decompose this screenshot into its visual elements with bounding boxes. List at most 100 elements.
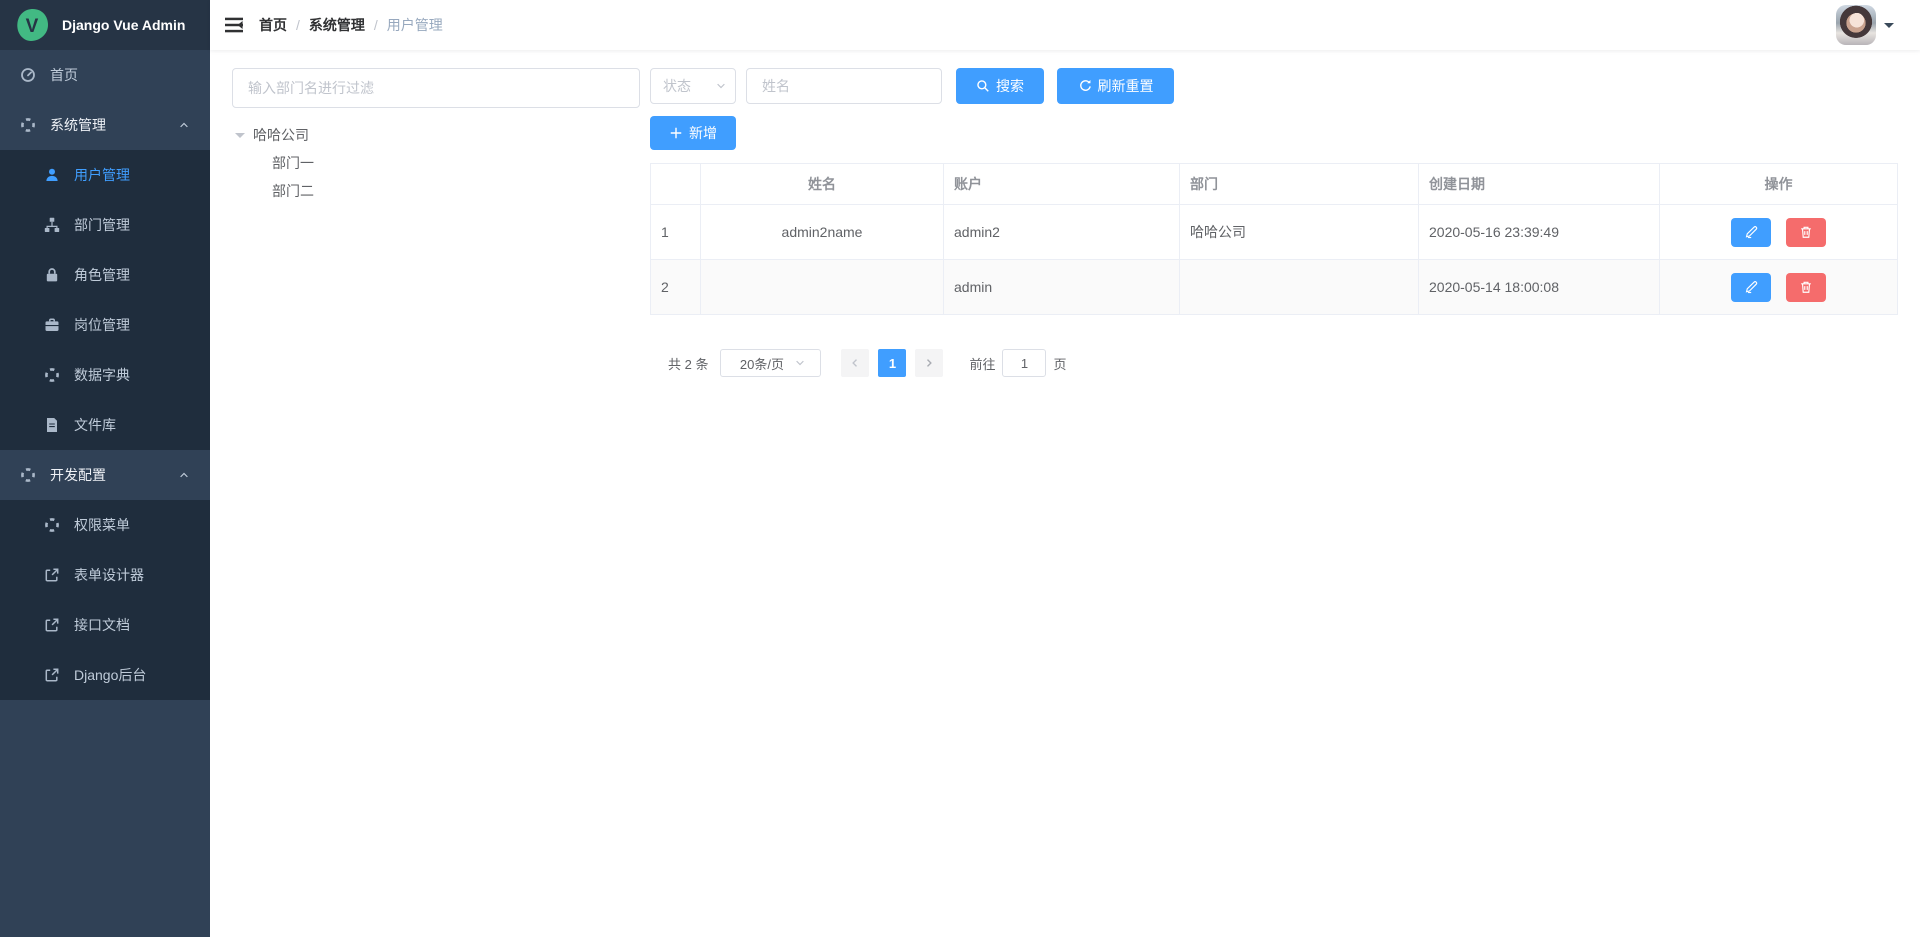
sidebar-item-dictionary[interactable]: 数据字典 bbox=[0, 350, 210, 400]
sidebar: V Django Vue Admin 首页 系统管理 用户管理 bbox=[0, 0, 210, 937]
add-button[interactable]: 新增 bbox=[650, 116, 736, 150]
department-tree: 哈哈公司 部门一 部门二 bbox=[232, 121, 640, 205]
external-link-icon bbox=[44, 567, 60, 583]
chevron-right-icon bbox=[923, 357, 935, 369]
trash-icon bbox=[1799, 225, 1813, 239]
logo[interactable]: V Django Vue Admin bbox=[0, 0, 210, 50]
sidebar-item-django-admin[interactable]: Django后台 bbox=[0, 650, 210, 700]
svg-text:V: V bbox=[26, 16, 39, 37]
sidebar-item-label: 表单设计器 bbox=[74, 565, 144, 585]
tree-icon bbox=[44, 217, 60, 233]
page-size-select[interactable]: 20条/页 bbox=[720, 349, 821, 377]
cell-name: admin2name bbox=[701, 205, 944, 260]
tree-node-label: 部门一 bbox=[272, 153, 314, 173]
main-area: 首页 / 系统管理 / 用户管理 哈哈公司 bbox=[210, 0, 1920, 937]
tree-node-dept2[interactable]: 部门二 bbox=[232, 177, 640, 205]
plus-icon bbox=[669, 126, 683, 140]
sidebar-item-form-designer[interactable]: 表单设计器 bbox=[0, 550, 210, 600]
avatar[interactable] bbox=[1836, 5, 1876, 45]
sidebar-item-home[interactable]: 首页 bbox=[0, 50, 210, 100]
breadcrumb-separator: / bbox=[296, 17, 300, 33]
sidebar-item-devconfig[interactable]: 开发配置 bbox=[0, 450, 210, 500]
external-link-icon bbox=[44, 667, 60, 683]
name-search-input[interactable] bbox=[746, 68, 942, 104]
collapse-sidebar-button[interactable] bbox=[210, 0, 258, 50]
filter-row: 状态 搜索 刷新重置 bbox=[650, 68, 1898, 104]
page-size-value: 20条/页 bbox=[740, 354, 784, 373]
sidebar-item-label: 角色管理 bbox=[74, 265, 130, 285]
col-header-name: 姓名 bbox=[701, 164, 944, 205]
search-button[interactable]: 搜索 bbox=[956, 68, 1044, 104]
goto-page-input[interactable] bbox=[1002, 349, 1046, 377]
sidebar-item-permission-menu[interactable]: 权限菜单 bbox=[0, 500, 210, 550]
top-navbar: 首页 / 系统管理 / 用户管理 bbox=[210, 0, 1920, 50]
lock-icon bbox=[44, 267, 60, 283]
tree-node-label: 哈哈公司 bbox=[253, 125, 309, 145]
col-header-index bbox=[651, 164, 701, 205]
cell-account: admin2 bbox=[944, 205, 1180, 260]
sidebar-item-label: 首页 bbox=[50, 65, 78, 85]
page-content: 哈哈公司 部门一 部门二 状态 bbox=[210, 50, 1920, 937]
external-link-icon bbox=[44, 617, 60, 633]
col-header-dept: 部门 bbox=[1180, 164, 1419, 205]
dashboard-icon bbox=[20, 67, 36, 83]
component-icon bbox=[44, 517, 60, 533]
tree-node-label: 部门二 bbox=[272, 181, 314, 201]
search-icon bbox=[976, 79, 990, 93]
col-header-actions: 操作 bbox=[1660, 164, 1898, 205]
dept-filter-input[interactable] bbox=[232, 68, 640, 108]
sidebar-item-system[interactable]: 系统管理 bbox=[0, 100, 210, 150]
breadcrumb-home[interactable]: 首页 bbox=[259, 15, 287, 35]
delete-button[interactable] bbox=[1786, 218, 1826, 247]
status-select[interactable]: 状态 bbox=[650, 68, 736, 104]
delete-button[interactable] bbox=[1786, 273, 1826, 302]
sidebar-item-label: 开发配置 bbox=[50, 465, 106, 485]
tree-expand-caret-icon[interactable] bbox=[235, 133, 245, 143]
user-table-panel: 状态 搜索 刷新重置 新增 bbox=[650, 68, 1898, 937]
cell-actions bbox=[1660, 205, 1898, 260]
add-button-label: 新增 bbox=[689, 123, 717, 143]
sidebar-menu: 首页 系统管理 用户管理 部门管理 bbox=[0, 50, 210, 700]
briefcase-icon bbox=[44, 317, 60, 333]
sidebar-item-departments[interactable]: 部门管理 bbox=[0, 200, 210, 250]
app-root: V Django Vue Admin 首页 系统管理 用户管理 bbox=[0, 0, 1920, 937]
system-submenu: 用户管理 部门管理 角色管理 岗位管理 数据字典 bbox=[0, 150, 210, 450]
refresh-icon bbox=[1078, 79, 1092, 93]
sidebar-item-label: 文件库 bbox=[74, 415, 116, 435]
sidebar-item-roles[interactable]: 角色管理 bbox=[0, 250, 210, 300]
sidebar-item-label: 部门管理 bbox=[74, 215, 130, 235]
cell-dept: 哈哈公司 bbox=[1180, 205, 1419, 260]
sidebar-item-api-docs[interactable]: 接口文档 bbox=[0, 600, 210, 650]
table-row: 1 admin2name admin2 哈哈公司 2020-05-16 23:3… bbox=[651, 205, 1898, 260]
status-select-placeholder: 状态 bbox=[663, 76, 691, 96]
file-icon bbox=[44, 417, 60, 433]
next-page-button[interactable] bbox=[915, 349, 943, 377]
edit-button[interactable] bbox=[1731, 273, 1771, 302]
sidebar-item-label: 接口文档 bbox=[74, 615, 130, 635]
refresh-reset-button[interactable]: 刷新重置 bbox=[1057, 68, 1174, 104]
trash-icon bbox=[1799, 280, 1813, 294]
edit-button[interactable] bbox=[1731, 218, 1771, 247]
page-number-button[interactable]: 1 bbox=[878, 349, 906, 377]
tree-node-company[interactable]: 哈哈公司 bbox=[232, 121, 640, 149]
sidebar-item-posts[interactable]: 岗位管理 bbox=[0, 300, 210, 350]
goto-suffix: 页 bbox=[1053, 354, 1066, 373]
chevron-down-icon bbox=[715, 80, 727, 92]
breadcrumb: 首页 / 系统管理 / 用户管理 bbox=[259, 15, 443, 35]
prev-page-button[interactable] bbox=[841, 349, 869, 377]
cell-created: 2020-05-14 18:00:08 bbox=[1419, 260, 1660, 315]
devconfig-submenu: 权限菜单 表单设计器 接口文档 Django后台 bbox=[0, 500, 210, 700]
chevron-up-icon bbox=[178, 119, 190, 131]
sidebar-item-label: Django后台 bbox=[74, 665, 146, 685]
logo-title: Django Vue Admin bbox=[62, 17, 185, 33]
cell-index: 1 bbox=[651, 205, 701, 260]
sidebar-item-users[interactable]: 用户管理 bbox=[0, 150, 210, 200]
pagination: 共 2 条 20条/页 1 前往 页 bbox=[650, 349, 1898, 377]
sidebar-item-label: 岗位管理 bbox=[74, 315, 130, 335]
breadcrumb-system[interactable]: 系统管理 bbox=[309, 15, 365, 35]
breadcrumb-current: 用户管理 bbox=[387, 15, 443, 35]
tree-node-dept1[interactable]: 部门一 bbox=[232, 149, 640, 177]
table-header-row: 姓名 账户 部门 创建日期 操作 bbox=[651, 164, 1898, 205]
user-menu[interactable] bbox=[1836, 5, 1894, 45]
sidebar-item-files[interactable]: 文件库 bbox=[0, 400, 210, 450]
